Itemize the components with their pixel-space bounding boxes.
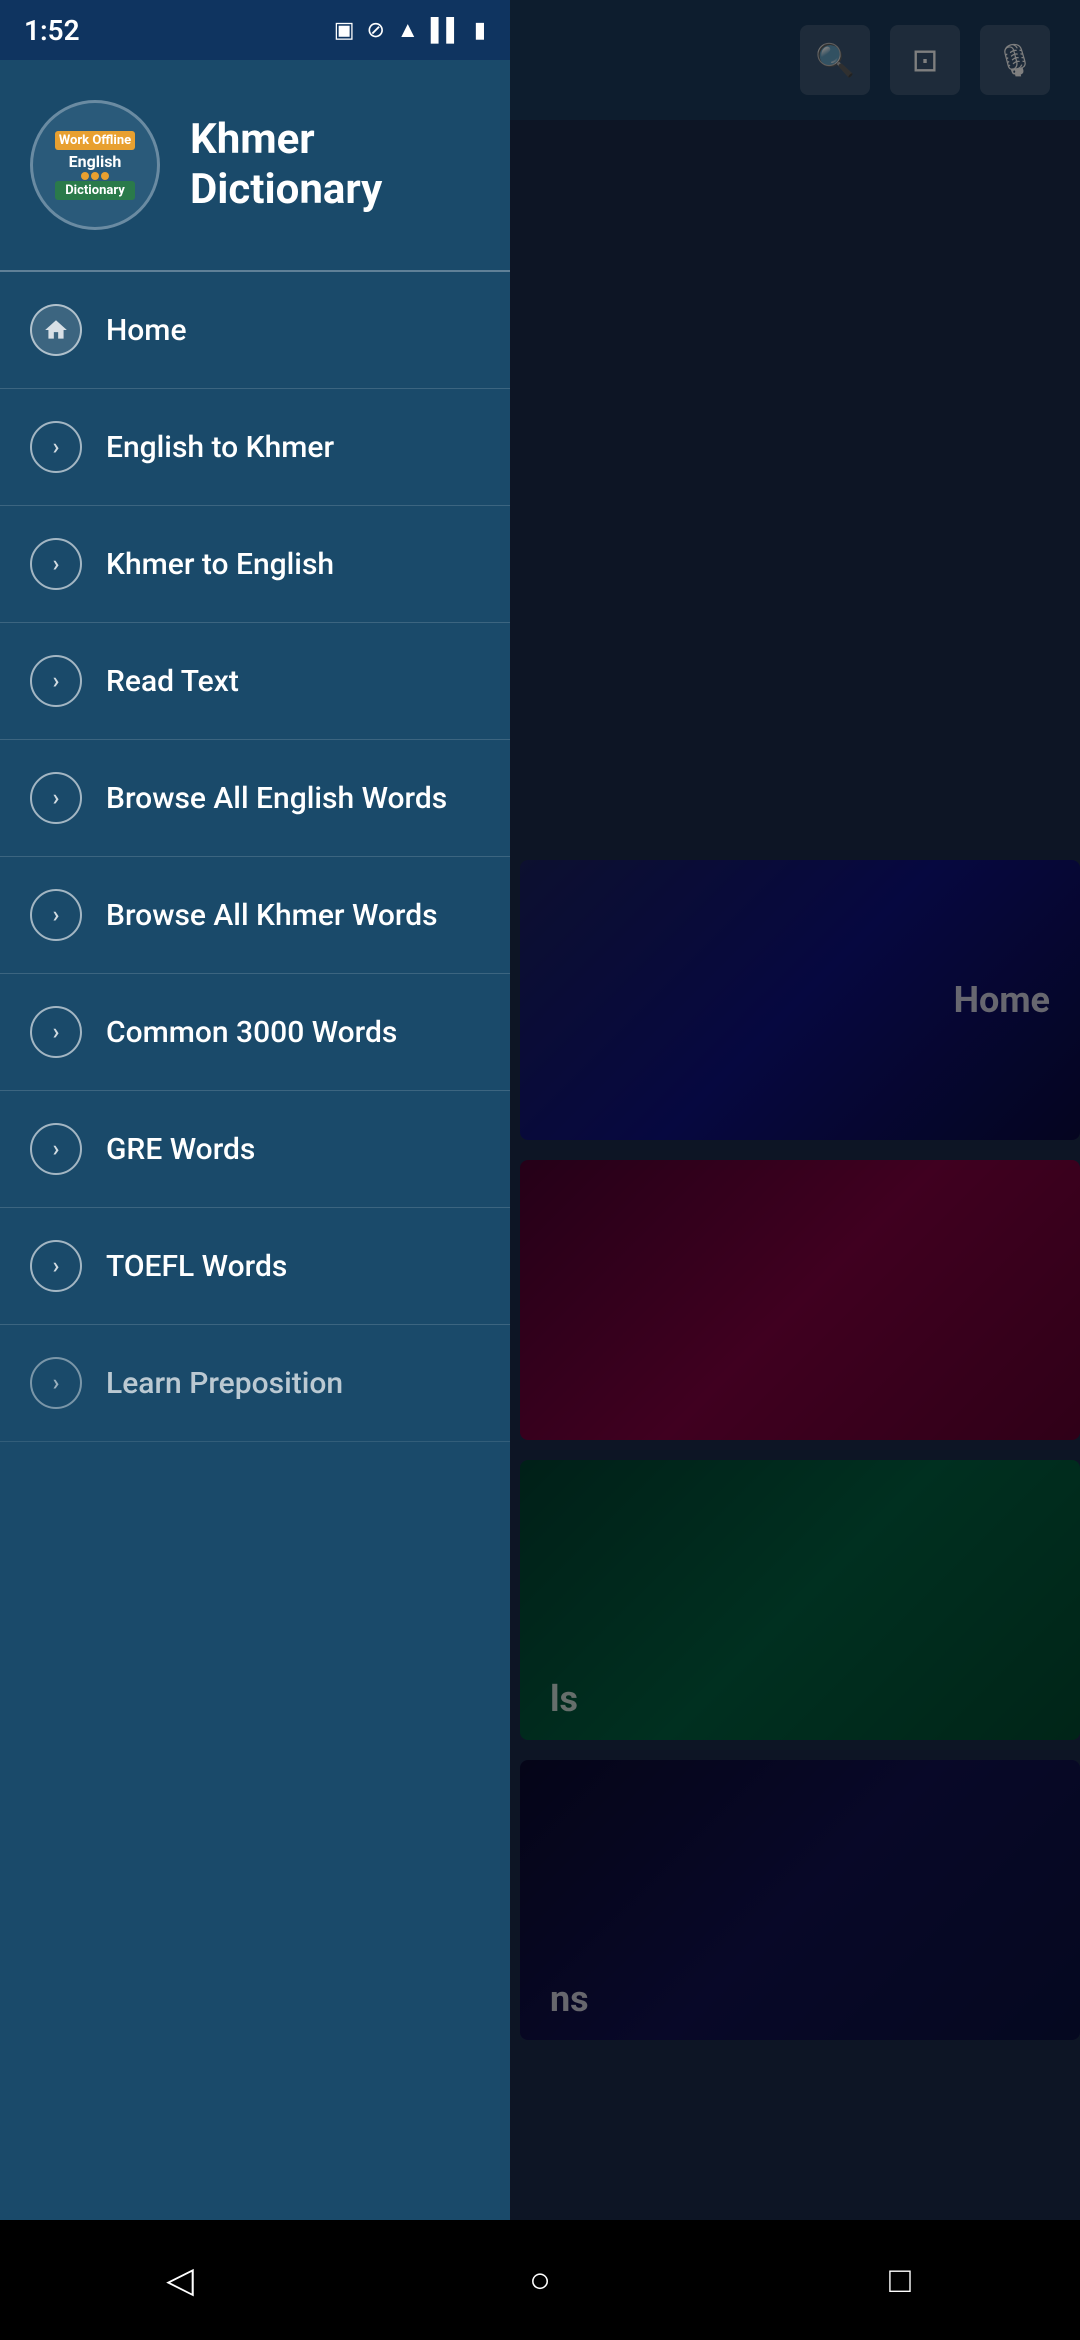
arrow-icon-1: › (30, 421, 82, 473)
recent-button[interactable]: □ (860, 2240, 940, 2320)
sidebar-item-toefl-words[interactable]: › TOEFL Words (0, 1208, 510, 1325)
sidebar-item-toefl-words-label: TOEFL Words (106, 1249, 287, 1284)
bottom-navigation: ◁ ○ □ (0, 2220, 1080, 2340)
sidebar-item-browse-all-english-label: Browse All English Words (106, 781, 447, 816)
arrow-icon-8: › (30, 1240, 82, 1292)
recent-icon: □ (889, 2259, 911, 2301)
app-title: Khmer Dictionary (190, 115, 382, 216)
logo-dictionary: Dictionary (55, 181, 135, 200)
sidebar-item-khmer-to-english-label: Khmer to English (106, 547, 334, 582)
arrow-icon-9: › (30, 1357, 82, 1409)
home-svg (43, 317, 69, 343)
signal-icon: ▌▌ (431, 17, 462, 43)
sidebar-item-read-text[interactable]: › Read Text (0, 623, 510, 740)
home-nav-icon: ○ (529, 2259, 551, 2301)
drawer-overlay[interactable] (510, 0, 1080, 2340)
sidebar-item-learn-preposition-label: Learn Preposition (106, 1366, 343, 1401)
sidebar-item-khmer-to-english[interactable]: › Khmer to English (0, 506, 510, 623)
back-icon: ◁ (166, 2259, 194, 2301)
logo-for-dots (55, 172, 135, 180)
sidebar-item-home[interactable]: Home (0, 272, 510, 389)
arrow-icon-5: › (30, 889, 82, 941)
sidebar-item-browse-all-english[interactable]: › Browse All English Words (0, 740, 510, 857)
sidebar-item-read-text-label: Read Text (106, 664, 239, 699)
sidebar-item-browse-all-khmer[interactable]: › Browse All Khmer Words (0, 857, 510, 974)
sidebar-item-common-3000[interactable]: › Common 3000 Words (0, 974, 510, 1091)
sidebar-item-gre-words-label: GRE Words (106, 1132, 255, 1167)
sidebar-item-learn-preposition[interactable]: › Learn Preposition (0, 1325, 510, 1442)
sim-icon: ▣ (334, 18, 355, 43)
battery-icon: ▮ (474, 18, 486, 43)
status-icons: ▣ ⊘ ▲ ▌▌ ▮ (334, 17, 486, 43)
sidebar-item-english-to-khmer[interactable]: › English to Khmer (0, 389, 510, 506)
arrow-icon-6: › (30, 1006, 82, 1058)
sidebar-item-english-to-khmer-label: English to Khmer (106, 430, 334, 465)
status-bar: 1:52 ▣ ⊘ ▲ ▌▌ ▮ (0, 0, 510, 60)
home-icon (30, 304, 82, 356)
status-time: 1:52 (24, 14, 80, 47)
no-location-icon: ⊘ (366, 18, 384, 43)
logo-work-offline: Work Offline (55, 131, 135, 150)
home-button[interactable]: ○ (500, 2240, 580, 2320)
drawer-header: Work Offline English Dictionary Khmer Di… (0, 60, 510, 272)
logo-english: English (55, 152, 135, 171)
nav-list: Home › English to Khmer › Khmer to Engli… (0, 272, 510, 2340)
back-button[interactable]: ◁ (140, 2240, 220, 2320)
app-logo: Work Offline English Dictionary (30, 100, 160, 230)
sidebar-item-common-3000-label: Common 3000 Words (106, 1015, 397, 1050)
wifi-icon: ▲ (397, 17, 419, 43)
sidebar-item-home-label: Home (106, 313, 187, 348)
arrow-icon-2: › (30, 538, 82, 590)
navigation-drawer: 1:52 ▣ ⊘ ▲ ▌▌ ▮ Work Offline English Dic… (0, 0, 510, 2340)
arrow-icon-4: › (30, 772, 82, 824)
arrow-icon-7: › (30, 1123, 82, 1175)
arrow-icon-3: › (30, 655, 82, 707)
sidebar-item-gre-words[interactable]: › GRE Words (0, 1091, 510, 1208)
sidebar-item-browse-all-khmer-label: Browse All Khmer Words (106, 898, 438, 933)
